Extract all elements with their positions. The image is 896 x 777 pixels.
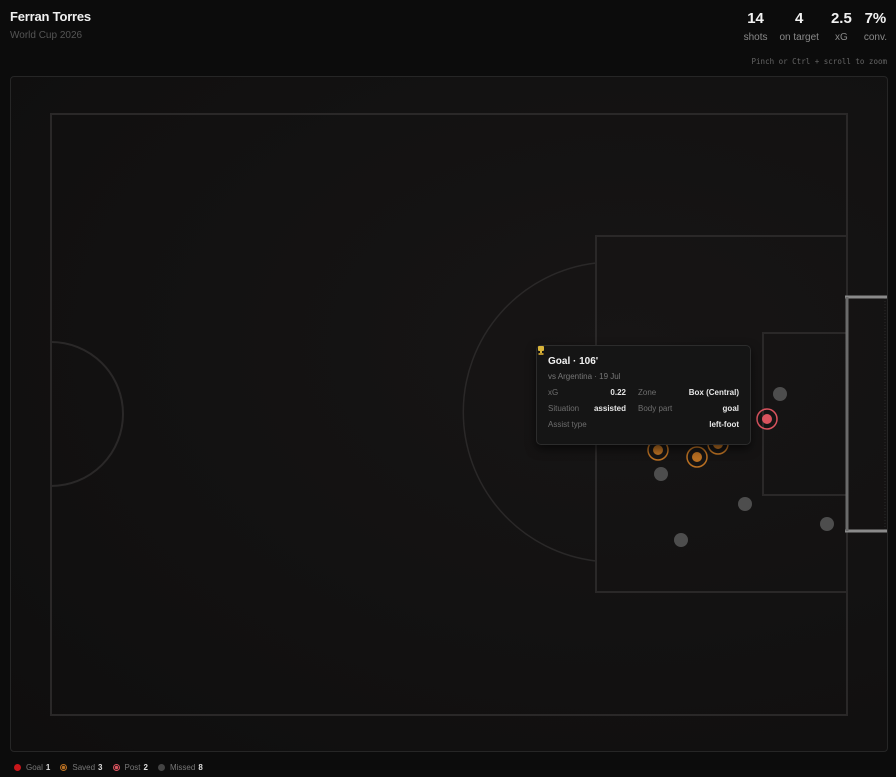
situation-value: assisted <box>593 404 626 413</box>
pitch-svg[interactable] <box>11 77 887 751</box>
shot-marker-missed[interactable] <box>738 497 752 511</box>
tooltip-title: Goal · 106' <box>548 356 599 367</box>
situation-label: Situation <box>548 404 580 413</box>
stat-xg: 2.5 xG <box>831 10 852 43</box>
stat-on-target: 4 on target <box>779 10 818 43</box>
legend-item-post[interactable]: Post 2 <box>112 763 148 772</box>
shot-marker-missed[interactable] <box>654 467 668 481</box>
tooltip-subtitle-row: vs Argentina · 19 Jul <box>538 346 739 381</box>
trophy-icon <box>538 346 544 355</box>
xg-label: xG <box>548 388 559 397</box>
competition-label: World Cup 2026 <box>10 30 83 41</box>
legend-item-goal[interactable]: Goal 1 <box>14 763 50 772</box>
shot-marker-missed[interactable] <box>820 517 834 531</box>
goal-net <box>846 296 886 532</box>
goal-frame <box>845 295 887 533</box>
shot-marker-missed[interactable] <box>773 387 787 401</box>
legend-label: Saved <box>72 763 96 772</box>
zone-label: Zone <box>638 388 657 397</box>
stat-label: xG <box>835 32 848 43</box>
legend-label: Goal <box>26 763 43 772</box>
goal-dot-icon <box>14 764 21 771</box>
stats-summary: 14 shots 4 on target 2.5 xG 7% conv. <box>732 10 887 43</box>
legend-count: 8 <box>198 763 203 772</box>
legend-count: 3 <box>98 763 103 772</box>
legend-item-missed[interactable]: Missed 8 <box>157 763 203 772</box>
stat-conversion: 7% conv. <box>864 10 887 43</box>
stat-label: on target <box>779 32 819 43</box>
shot-tooltip: Goal · 106' vs Argentina · 19 Jul xG 0.2… <box>536 345 751 445</box>
legend-label: Post <box>124 763 141 772</box>
zoom-hint: Pinch or Ctrl + scroll to zoom <box>751 57 887 66</box>
stat-shots: 14 shots <box>744 10 768 43</box>
legend-item-saved[interactable]: Saved 3 <box>60 763 103 772</box>
pitch-canvas[interactable]: Goal · 106' vs Argentina · 19 Jul xG 0.2… <box>10 76 888 752</box>
stat-label: shots <box>743 32 768 43</box>
legend-count: 1 <box>45 763 51 772</box>
player-name: Ferran Torres <box>10 9 91 24</box>
stat-value: 4 <box>795 10 804 27</box>
missed-dot-icon <box>157 764 165 771</box>
legend-count: 2 <box>143 763 148 772</box>
tooltip-subtitle: vs Argentina · 19 Jul <box>548 372 621 381</box>
assist-type-label: Assist type <box>548 420 587 429</box>
center-circle <box>50 341 124 487</box>
shot-marker-post[interactable] <box>756 408 778 430</box>
saved-ring-icon <box>60 764 68 771</box>
zone-value: Box (Central) <box>688 388 739 397</box>
post-ring-icon <box>112 764 120 771</box>
xg-value: 0.22 <box>610 388 626 397</box>
shot-marker-saved[interactable] <box>686 446 708 468</box>
assist-type-value: left-foot <box>709 420 739 429</box>
stat-value: 7% <box>864 10 887 27</box>
stat-label: conv. <box>863 32 887 43</box>
stat-value: 14 <box>747 10 764 27</box>
shot-marker-missed[interactable] <box>674 533 688 547</box>
legend-label: Missed <box>169 763 196 772</box>
body-part-value: goal <box>722 404 739 413</box>
legend: Goal 1 Saved 3 Post 2 Missed 8 <box>14 763 213 772</box>
tooltip-details: xG 0.22 Zone Box (Central) Situation ass… <box>548 388 739 429</box>
body-part-label: Body part <box>638 404 673 413</box>
stat-value: 2.5 <box>830 10 852 27</box>
